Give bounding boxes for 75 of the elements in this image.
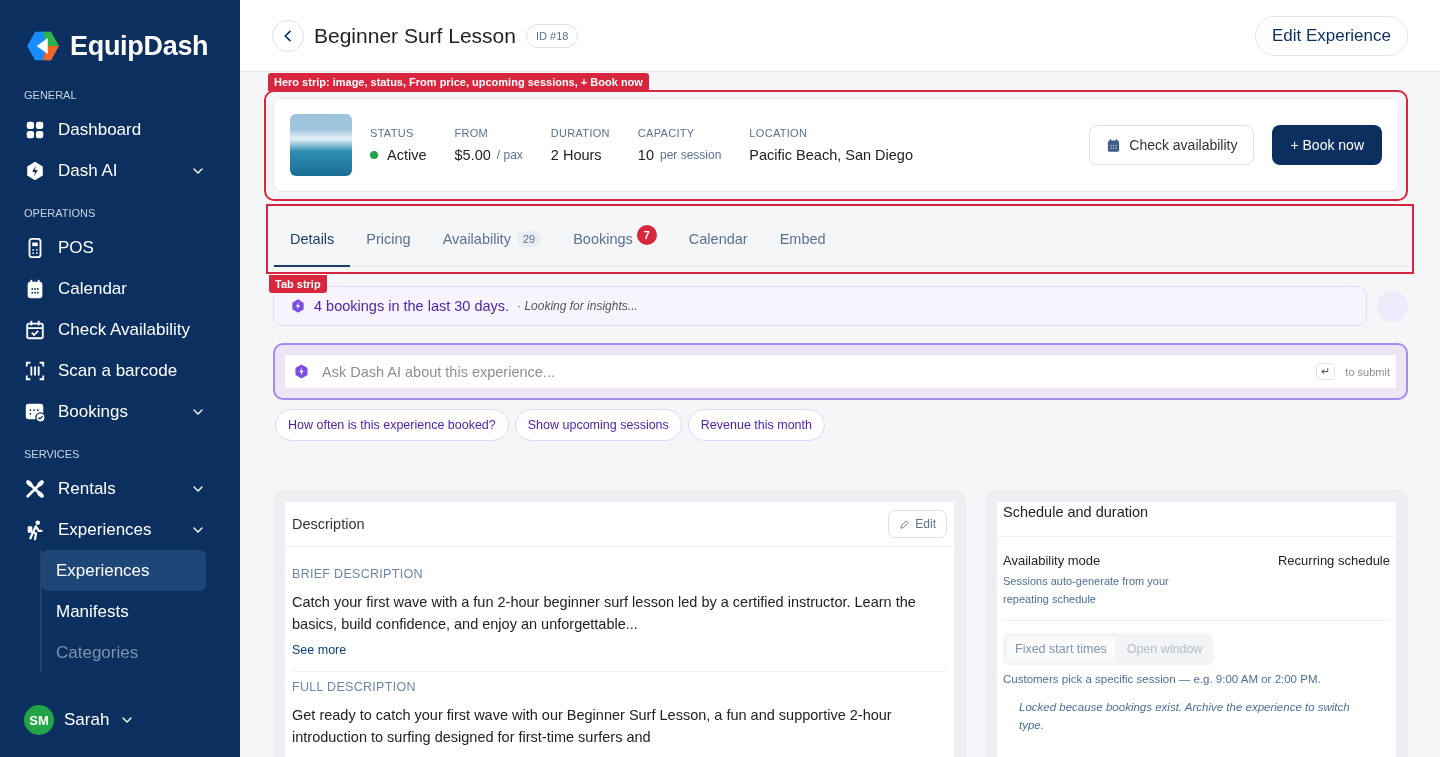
tab[interactable]: Availability 29	[426, 223, 558, 267]
ask-ai-input[interactable]: Ask Dash AI about this experience...	[320, 362, 1307, 381]
hexagon-bolt-icon	[290, 298, 306, 314]
back-button[interactable]	[272, 19, 304, 52]
annotation-label: Hero strip: image, status, From price, upcoming sessions, + Book now	[268, 73, 649, 91]
insight-status: · Looking for insights...	[517, 299, 638, 313]
field-value: Pacific Beach, San Diego	[749, 147, 913, 163]
tab[interactable]: Details	[274, 223, 351, 267]
field-value: 10	[637, 147, 654, 163]
sidebar-item[interactable]: Bookings	[24, 391, 240, 432]
unit-label: / pax	[496, 148, 523, 162]
sidebar-subitem[interactable]: Experiences	[42, 550, 206, 591]
ask-ai-field[interactable]: Ask Dash AI about this experience... ↵ to submit	[285, 355, 1396, 388]
help-text: Customers pick a specific session — e.g. 9:00 AM or 2:00 PM.	[1003, 673, 1322, 685]
section-label: GENERAL	[24, 89, 77, 101]
section-label: OPERATIONS	[24, 207, 96, 219]
calendar-check-icon	[24, 318, 46, 341]
field-label: FROM	[454, 127, 490, 139]
field-value: 2 Hours	[550, 147, 602, 163]
sidebar-item[interactable]: Check Availability	[24, 309, 240, 350]
unit-label: per session	[660, 148, 722, 162]
edit-experience-button[interactable]: Edit Experience	[1254, 15, 1408, 56]
photo-placeholder	[290, 114, 352, 176]
section-label: BRIEF DESCRIPTION	[292, 567, 424, 581]
user-name[interactable]: Sarah	[64, 710, 110, 730]
brand-name: EquipDash	[70, 30, 209, 62]
status-value: Active	[387, 147, 427, 163]
book-now-button[interactable]: + Book now	[1272, 125, 1382, 165]
section-label: SERVICES	[24, 448, 80, 460]
tab[interactable]: Embed	[763, 223, 842, 267]
tab[interactable]: Calendar	[672, 223, 764, 267]
card-title: Schedule and duration	[997, 502, 1396, 537]
sidebar-item[interactable]: Rentals	[24, 468, 240, 509]
edit-button[interactable]: Edit	[888, 510, 947, 538]
sidebar-subitem[interactable]: Manifests	[42, 591, 206, 632]
sidebar-item[interactable]: Calendar	[24, 268, 240, 309]
field-value: $5.00	[454, 147, 491, 163]
field-label: STATUS	[370, 127, 415, 139]
field-label: CAPACITY	[637, 127, 696, 139]
suggestion-chip[interactable]: How often is this experience booked?	[275, 409, 509, 441]
description-text: Get ready to catch your first wave with our Beginner Surf Lesson, a fun and supportive 2-hour introduction to surfing designed for first-time surfers and	[292, 706, 893, 747]
calendar-icon	[1106, 137, 1122, 153]
setting-value: Recurring schedule	[1278, 553, 1390, 570]
barcode-scan-icon	[24, 359, 46, 382]
sidebar-item[interactable]: Experiences	[24, 509, 240, 550]
setting-hint: Sessions auto-generate from your repeating schedule	[1003, 574, 1170, 607]
crossed-paddles-icon	[24, 477, 46, 500]
notification-badge: 7	[636, 225, 657, 245]
check-availability-button[interactable]: Check availability	[1089, 125, 1255, 165]
sidebar-item[interactable]: Dash AI	[24, 150, 240, 191]
hexagon-bolt-icon	[24, 159, 46, 182]
count-badge: 29	[516, 231, 542, 247]
tab[interactable]: Bookings 7	[557, 223, 673, 267]
description-text: Catch your first wave with a fun 2-hour beginner surf lesson led by a certified instructor. Learn the basics, build confidence, and enjoy an unforgettable...	[292, 593, 917, 634]
insight-text: 4 bookings in the last 30 days.	[314, 298, 510, 314]
suggestion-chip[interactable]: Show upcoming sessions	[514, 409, 682, 441]
setting-label: Availability mode	[1003, 553, 1102, 568]
sidebar-subitem[interactable]: Categories	[42, 632, 206, 673]
sidebar-item[interactable]: POS	[24, 227, 240, 268]
tab[interactable]: Pricing	[350, 223, 427, 267]
pencil-icon	[899, 518, 911, 530]
suggestion-chip[interactable]: Revenue this month	[687, 409, 825, 441]
sidebar-item[interactable]: Dashboard	[24, 109, 240, 150]
page-title: Beginner Surf Lesson	[314, 23, 516, 48]
section-label: FULL DESCRIPTION	[292, 680, 417, 694]
field-label: DURATION	[550, 127, 610, 139]
card-title: Description	[292, 516, 365, 532]
locked-note: Locked because bookings exist. Archive the experience to switch type.	[1019, 700, 1351, 733]
annotation-label: Tab strip	[269, 275, 327, 293]
sidebar-item[interactable]: Scan a barcode	[24, 350, 240, 391]
hexagon-bolt-icon	[293, 363, 310, 380]
see-more-link[interactable]: See more	[292, 643, 347, 657]
submit-hint: to submit	[1345, 365, 1390, 378]
enter-key: ↵	[1316, 363, 1336, 380]
field-label: LOCATION	[749, 127, 809, 139]
